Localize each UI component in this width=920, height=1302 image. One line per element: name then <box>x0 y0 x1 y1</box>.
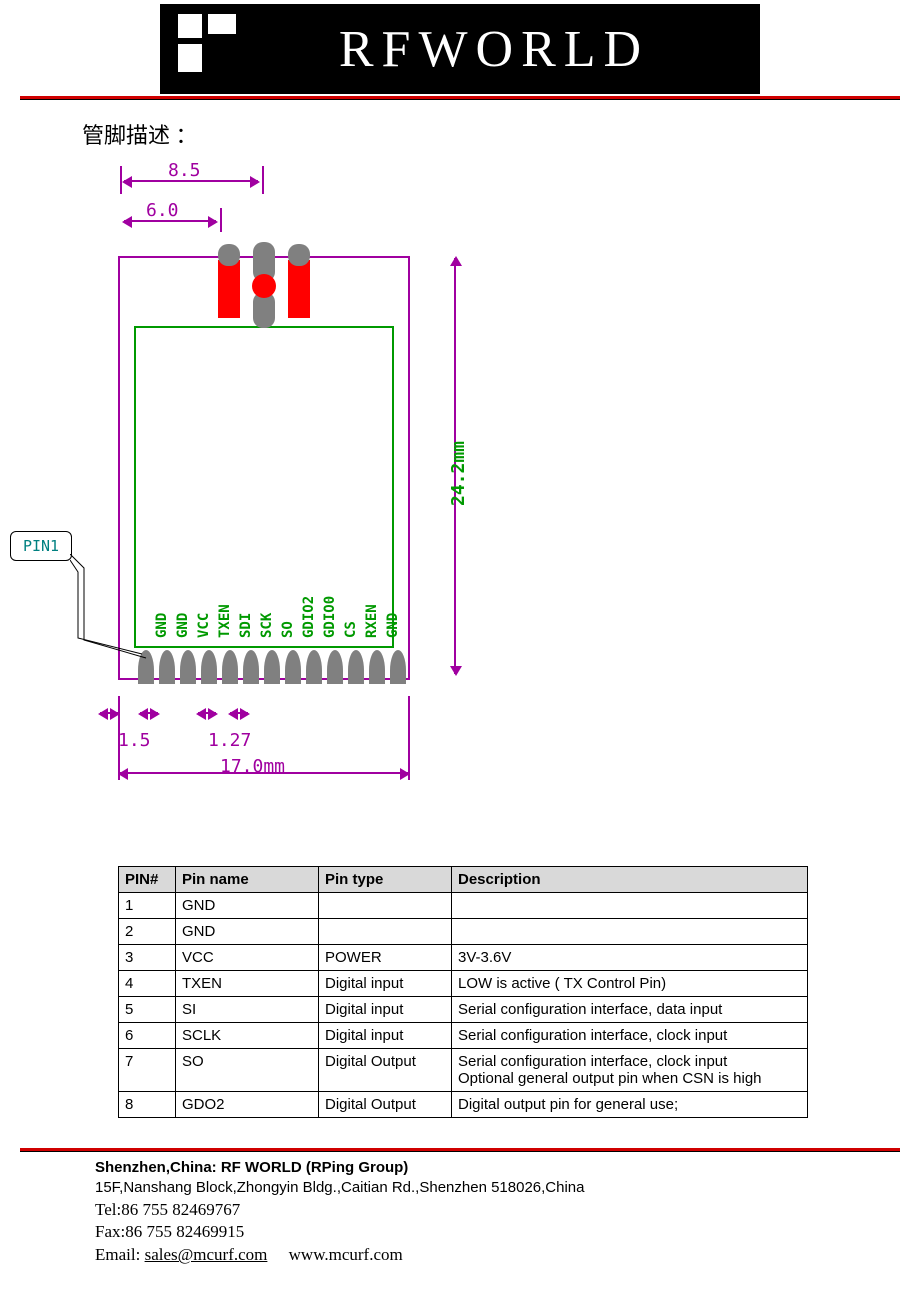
brand-name: RFWORLD <box>248 20 760 79</box>
table-cell: Digital input <box>319 997 452 1023</box>
table-cell <box>319 919 452 945</box>
footer-company: Shenzhen,China: RF WORLD (RPing Group) <box>95 1158 920 1178</box>
solder-pad <box>264 650 280 684</box>
dim-height: 24.2mm <box>448 441 469 506</box>
table-cell: GND <box>176 919 319 945</box>
solder-pad <box>222 650 238 684</box>
pin-label: CS <box>343 621 359 638</box>
pin-table: PIN#Pin namePin typeDescription 1GND2GND… <box>118 866 808 1118</box>
pin-label: VCC <box>196 613 212 638</box>
table-cell: Serial configuration interface, data inp… <box>452 997 808 1023</box>
dim-pad-offset: 1.5 <box>118 730 151 751</box>
table-cell: TXEN <box>176 971 319 997</box>
solder-pad <box>327 650 343 684</box>
table-cell: 3V-3.6V <box>452 945 808 971</box>
footer-address: 15F,Nanshang Block,Zhongyin Bldg.,Caitia… <box>95 1178 920 1198</box>
dim-top1: 8.5 <box>168 160 201 181</box>
footer-email-link[interactable]: sales@mcurf.com <box>145 1245 268 1264</box>
footer: Shenzhen,China: RF WORLD (RPing Group) 1… <box>95 1158 920 1267</box>
solder-pad <box>390 650 406 684</box>
solder-pad <box>180 650 196 684</box>
table-cell: 2 <box>119 919 176 945</box>
table-cell <box>452 919 808 945</box>
header-rule-thin <box>20 99 900 100</box>
table-row: 1GND <box>119 893 808 919</box>
table-row: 4TXENDigital inputLOW is active ( TX Con… <box>119 971 808 997</box>
pin-label: SDI <box>238 613 254 638</box>
table-cell: SI <box>176 997 319 1023</box>
table-cell <box>319 893 452 919</box>
dim-width: 17.0mm <box>220 756 285 777</box>
table-header: PIN# <box>119 867 176 893</box>
table-cell: 7 <box>119 1049 176 1092</box>
table-cell: Digital Output <box>319 1049 452 1092</box>
solder-pad <box>306 650 322 684</box>
section-title: 管脚描述 ： <box>82 118 920 150</box>
table-cell: Digital input <box>319 1023 452 1049</box>
table-row: 5SIDigital inputSerial configuration int… <box>119 997 808 1023</box>
table-cell: 5 <box>119 997 176 1023</box>
callout-leader <box>70 554 160 664</box>
inner-area <box>134 326 394 648</box>
pin-label: TXEN <box>217 604 233 638</box>
table-row: 6SCLKDigital inputSerial configuration i… <box>119 1023 808 1049</box>
table-row: 8GDO2Digital OutputDigital output pin fo… <box>119 1092 808 1118</box>
table-header: Pin type <box>319 867 452 893</box>
pin-label: SCK <box>259 613 275 638</box>
table-cell: VCC <box>176 945 319 971</box>
footer-web: www.mcurf.com <box>289 1245 403 1264</box>
table-cell: POWER <box>319 945 452 971</box>
table-header: Pin name <box>176 867 319 893</box>
table-row: 3VCCPOWER3V-3.6V <box>119 945 808 971</box>
solder-pad <box>159 650 175 684</box>
table-cell: 3 <box>119 945 176 971</box>
solder-pad <box>285 650 301 684</box>
dim-top2: 6.0 <box>146 200 179 221</box>
solder-pad <box>369 650 385 684</box>
table-cell: Digital output pin for general use; <box>452 1092 808 1118</box>
table-cell: 6 <box>119 1023 176 1049</box>
table-cell: 1 <box>119 893 176 919</box>
table-cell <box>452 893 808 919</box>
logo-icon <box>178 14 248 84</box>
table-row: 7SODigital OutputSerial configuration in… <box>119 1049 808 1092</box>
pin1-callout: PIN1 <box>10 531 72 561</box>
table-cell: SO <box>176 1049 319 1092</box>
table-cell: LOW is active ( TX Control Pin) <box>452 971 808 997</box>
footer-tel: Tel:86 755 82469767 <box>95 1199 920 1222</box>
solder-pad <box>243 650 259 684</box>
table-cell: 8 <box>119 1092 176 1118</box>
table-cell: GND <box>176 893 319 919</box>
pin-label: GND <box>385 613 401 638</box>
footer-rule-thin <box>20 1151 900 1152</box>
pin-label: SO <box>280 621 296 638</box>
pin-label: RXEN <box>364 604 380 638</box>
table-cell: Digital input <box>319 971 452 997</box>
table-cell: Serial configuration interface, clock in… <box>452 1049 808 1092</box>
module-diagram: 8.5 6.0 24.2mm GND GND VCC TXEN SDI SCK SO GDIO… <box>90 156 570 796</box>
table-cell: Digital Output <box>319 1092 452 1118</box>
table-row: 2GND <box>119 919 808 945</box>
table-cell: Serial configuration interface, clock in… <box>452 1023 808 1049</box>
footer-email-line: Email: sales@mcurf.com www.mcurf.com <box>95 1244 920 1267</box>
pin-label: GDIO2 <box>301 596 317 638</box>
solder-pad <box>201 650 217 684</box>
dim-pad-pitch: 1.27 <box>208 730 251 751</box>
footer-fax: Fax:86 755 82469915 <box>95 1221 920 1244</box>
header-banner: RFWORLD <box>160 4 760 94</box>
pin-label: GND <box>175 613 191 638</box>
table-cell: 4 <box>119 971 176 997</box>
table-header: Description <box>452 867 808 893</box>
table-cell: SCLK <box>176 1023 319 1049</box>
pin-label: GDIO0 <box>322 596 338 638</box>
solder-pad <box>348 650 364 684</box>
table-cell: GDO2 <box>176 1092 319 1118</box>
